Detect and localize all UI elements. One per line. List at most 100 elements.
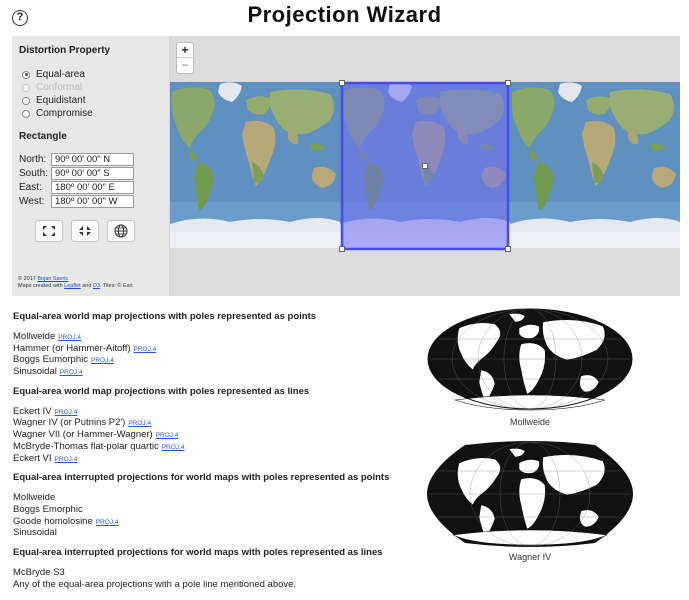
list-item: Wagner IV (or Putnins P2') PROJ.4 — [13, 417, 413, 429]
projection-name: Sinusoidal — [13, 527, 57, 539]
radio-equidistant[interactable] — [22, 96, 30, 105]
rectangle-tools — [35, 220, 135, 242]
list-item: Sinusoidal — [13, 527, 413, 539]
north-input[interactable]: 90º 00' 00" N — [51, 152, 134, 166]
and-text: and — [80, 283, 93, 289]
projection-name: Mollweide — [13, 492, 56, 504]
zoom-in-button[interactable]: + — [177, 43, 193, 58]
copyright-text: © 2017 — [18, 276, 38, 282]
shrink-icon — [79, 226, 91, 236]
west-label: West: — [19, 195, 45, 207]
option-conformal: Conformal — [22, 81, 93, 94]
expand-button[interactable] — [35, 220, 63, 242]
south-input[interactable]: 90º 00' 00" S — [51, 166, 134, 180]
east-input[interactable]: 180º 00' 00" E — [51, 180, 134, 194]
list-item: Sinusoidal PROJ.4 — [13, 366, 413, 378]
projection-previews: Mollweide Wagner IV — [425, 306, 635, 562]
projection-name: Mollweide — [13, 331, 56, 342]
wagner-iv-preview[interactable] — [425, 441, 635, 547]
radio-conformal — [22, 83, 30, 92]
proj4-link[interactable]: PROJ.4 — [60, 369, 83, 376]
list-item: Mollweide — [13, 492, 413, 504]
world-map[interactable]: + − — [170, 36, 680, 296]
distortion-options: Equal-area Conformal Equidistant Comprom… — [22, 68, 93, 120]
option-compromise[interactable]: Compromise — [22, 107, 93, 120]
group-title: Equal-area interrupted projections for w… — [13, 472, 390, 484]
leaflet-link[interactable]: Leaflet — [64, 283, 81, 289]
projection-name: Eckert IV — [13, 405, 52, 417]
list-item: McBryde-Thomas flat-polar quartic PROJ.4 — [13, 441, 413, 453]
option-label: Equidistant — [36, 95, 86, 106]
projection-results: Equal-area world map projections with po… — [13, 311, 413, 590]
preview-caption-mollweide: Mollweide — [509, 417, 551, 427]
south-row: South: 90º 00' 00" S — [19, 166, 134, 180]
zoom-control: + − — [176, 42, 194, 74]
east-label: East: — [19, 181, 42, 193]
east-row: East: 180º 00' 00" E — [19, 180, 134, 194]
group-title: Equal-area interrupted projections for w… — [13, 546, 383, 558]
expand-icon — [43, 226, 55, 236]
credits-text: Maps created with — [18, 283, 65, 289]
projection-name: Wagner VII (or Hammer-Wagner) — [13, 429, 153, 441]
list-item: Any of the equal-area projections with a… — [13, 579, 413, 591]
north-row: North: 90º 00' 00" N — [19, 152, 134, 166]
list-item: Wagner VII (or Hammer-Wagner) PROJ.4 — [13, 429, 413, 441]
west-input[interactable]: 180º 00' 00" W — [51, 194, 134, 208]
projection-name: Boggs Eumorphic — [13, 354, 88, 366]
preview-caption-wagner-iv: Wagner IV — [508, 552, 552, 562]
tiles-credit: . Tiles: © Esri. — [99, 283, 134, 289]
projection-name: Any of the equal-area projections with a… — [13, 578, 297, 590]
move-handle-center[interactable] — [422, 163, 428, 169]
list-item: Eckert VI PROJ.4 — [13, 453, 413, 465]
option-label: Compromise — [36, 108, 93, 119]
resize-handle-se[interactable] — [505, 246, 511, 252]
projection-name: Eckert VI — [13, 452, 52, 464]
resize-handle-sw[interactable] — [339, 246, 345, 252]
radio-compromise[interactable] — [22, 109, 30, 118]
proj4-link[interactable]: PROJ.4 — [128, 420, 151, 427]
mollweide-preview[interactable] — [425, 306, 635, 412]
north-label: North: — [19, 153, 47, 165]
group-title: Equal-area world map projections with po… — [13, 385, 310, 397]
option-equidistant[interactable]: Equidistant — [22, 94, 93, 107]
option-label: Equal-area — [36, 69, 85, 80]
options-panel: Distortion Property Equal-area Conformal… — [12, 36, 170, 296]
distortion-property-heading: Distortion Property — [19, 45, 111, 56]
proj4-link[interactable]: PROJ.4 — [55, 456, 78, 463]
radio-equal-area[interactable] — [22, 70, 30, 79]
option-equal-area[interactable]: Equal-area — [22, 68, 93, 81]
proj4-link[interactable]: PROJ.4 — [96, 519, 119, 526]
west-row: West: 180º 00' 00" W — [19, 194, 134, 208]
globe-icon — [114, 224, 128, 238]
projection-name: Sinusoidal — [13, 366, 57, 378]
projection-name: Goode homolosine — [13, 515, 93, 527]
world-button[interactable] — [107, 220, 135, 242]
list-item: Boggs Eumorphic PROJ.4 — [13, 354, 413, 366]
list-item: Goode homolosine PROJ.4 — [13, 516, 413, 528]
projection-name: McBryde-Thomas flat-polar quartic — [13, 440, 159, 452]
author-link[interactable]: Bojan Savric — [37, 276, 68, 282]
projection-name: Wagner IV (or Putnins P2') — [13, 417, 126, 429]
proj4-link[interactable]: PROJ.4 — [134, 346, 157, 353]
south-label: South: — [19, 167, 48, 179]
proj4-link[interactable]: PROJ.4 — [162, 444, 185, 451]
projection-name: Hammer (or Hammer-Aitoff) — [13, 342, 131, 354]
group-title: Equal-area world map projections with po… — [13, 311, 317, 322]
option-label: Conformal — [36, 82, 83, 93]
proj4-link[interactable]: PROJ.4 — [58, 334, 81, 341]
resize-handle-ne[interactable] — [505, 80, 511, 86]
list-item: McBryde S3 — [13, 567, 413, 579]
proj4-link[interactable]: PROJ.4 — [91, 357, 114, 364]
proj4-link[interactable]: PROJ.4 — [156, 432, 179, 439]
rectangle-coordinates: North: 90º 00' 00" N South: 90º 00' 00" … — [19, 152, 134, 208]
proj4-link[interactable]: PROJ.4 — [55, 409, 78, 416]
list-item: Mollweide PROJ.4 — [13, 331, 413, 343]
d3-link[interactable]: D3 — [93, 283, 100, 289]
zoom-out-button[interactable]: − — [177, 58, 193, 73]
resize-handle-nw[interactable] — [339, 80, 345, 86]
projection-name: McBryde S3 — [13, 566, 65, 578]
list-item: Eckert IV PROJ.4 — [13, 406, 413, 418]
projection-name: Boggs Emorphic — [13, 503, 83, 515]
map-attribution: © 2017 Bojan Savric Maps created with Le… — [18, 276, 134, 290]
shrink-button[interactable] — [71, 220, 99, 242]
